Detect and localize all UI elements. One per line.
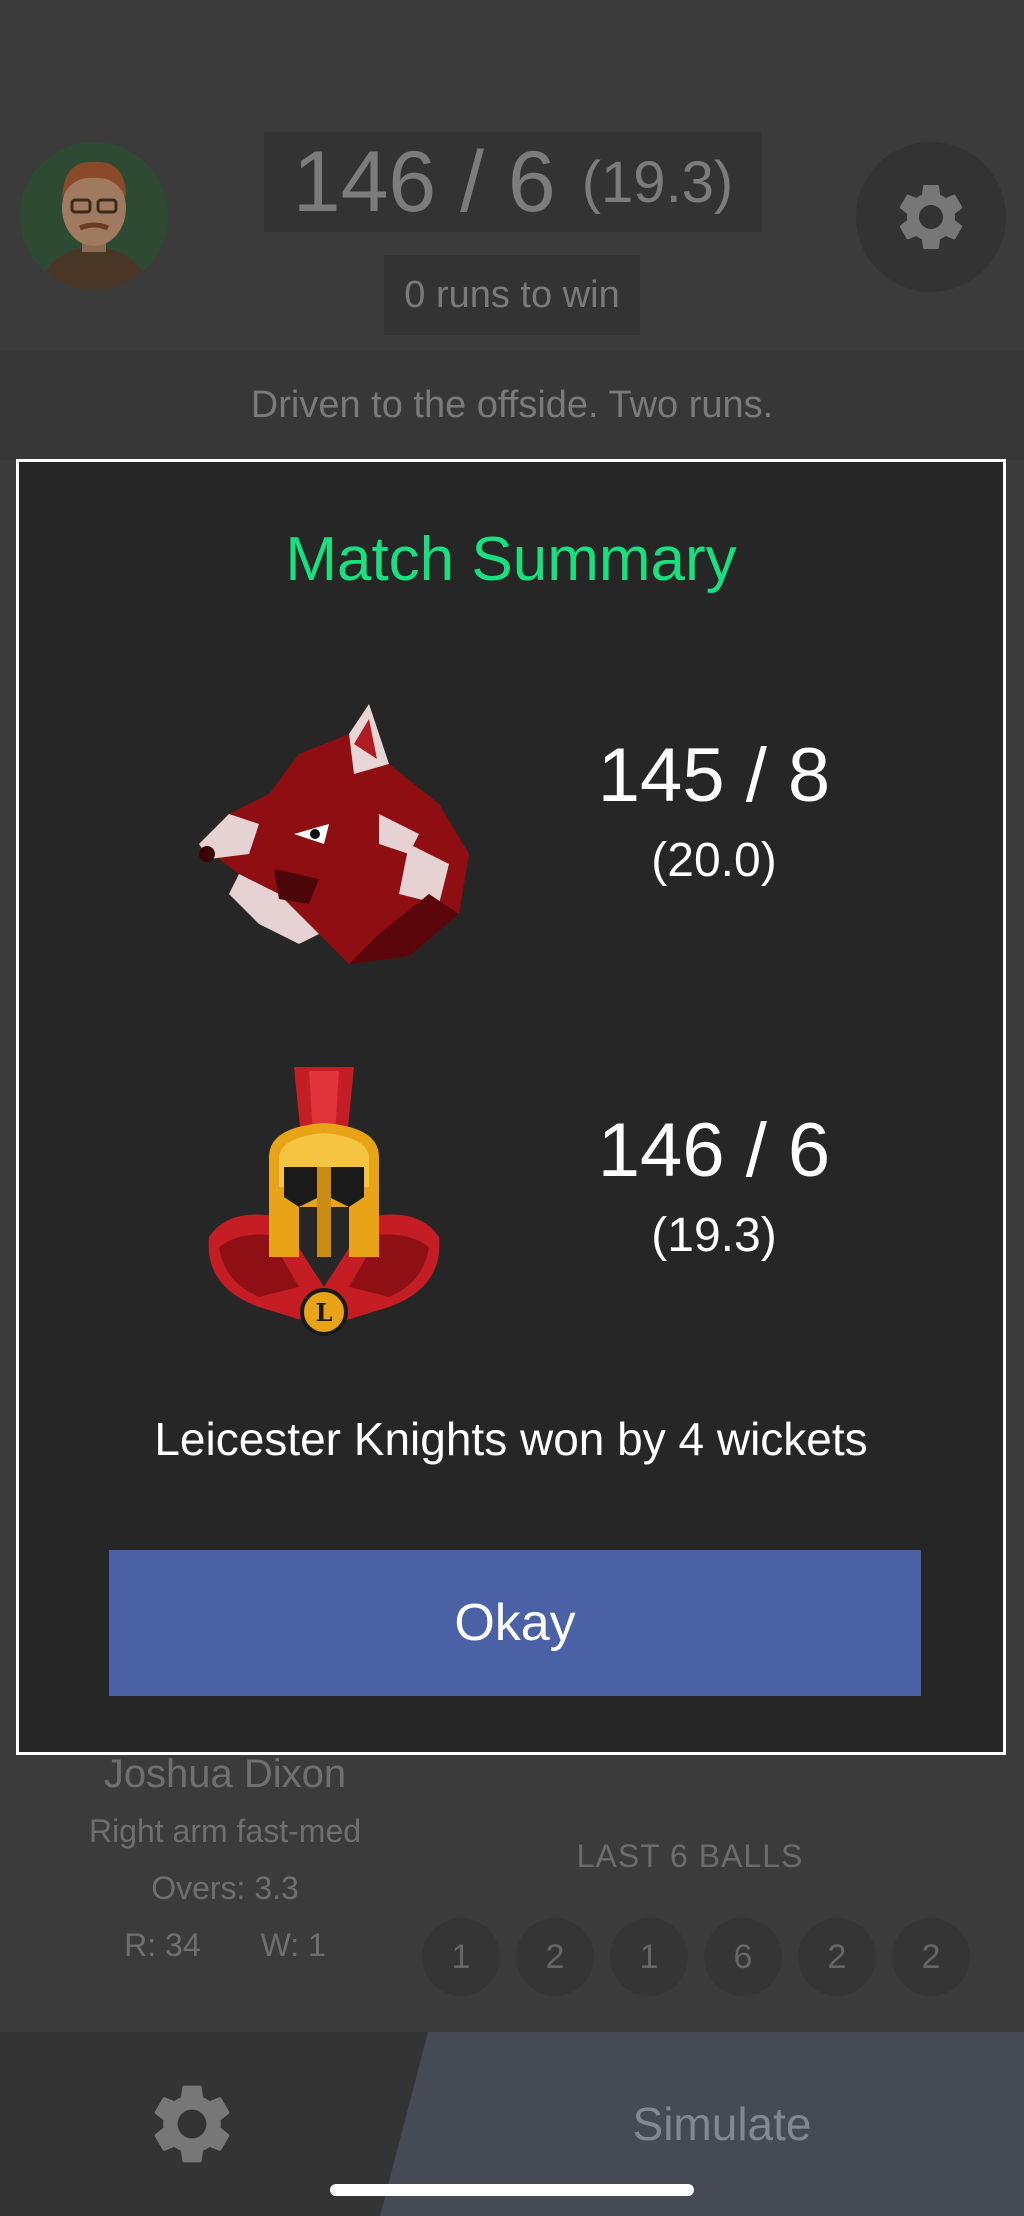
bowler-style: Right arm fast-med <box>88 1813 362 1849</box>
target-text: 0 runs to win <box>384 255 640 335</box>
ball-result: 1 <box>422 1918 500 1996</box>
wolf-logo-image <box>199 704 469 964</box>
bowler-panel: Joshua Dixon Right arm fast-med Overs: 3… <box>60 1752 390 1964</box>
dialog-title: Match Summary <box>285 525 737 594</box>
gear-icon <box>899 184 963 249</box>
bowler-overs-value: 3.3 <box>254 1870 299 1906</box>
bowler-overs-label: Overs: <box>151 1870 246 1906</box>
player-avatar[interactable] <box>20 142 168 290</box>
ball-result: 2 <box>798 1918 876 1996</box>
bowler-runs: R: 34 <box>124 1927 200 1964</box>
last-six-balls: 1 2 1 6 2 2 <box>422 1918 970 1996</box>
bowler-overs: Overs: 3.3 <box>60 1870 390 1907</box>
team1-score-block: 145 / 8 (20.0) <box>564 732 864 888</box>
last-six-balls-label: LAST 6 BALLS <box>576 1838 804 1874</box>
score-display: 146 / 6 (19.3) <box>264 132 762 232</box>
spartan-helmet-logo: L <box>189 1057 459 1362</box>
ball-result: 1 <box>610 1918 688 1996</box>
bowler-wickets-value: 1 <box>308 1927 326 1963</box>
wolf-logo <box>179 694 479 979</box>
team1-overs: (20.0) <box>651 834 777 887</box>
team2-score: 146 / 6 <box>597 1108 831 1193</box>
bowler-name: Joshua Dixon <box>103 1752 347 1796</box>
gear-icon <box>154 2085 230 2163</box>
home-indicator[interactable] <box>330 2184 694 2196</box>
bowler-runs-label: R: <box>124 1927 157 1963</box>
match-summary-dialog: Match Summary 145 / 8 (20.0) L 146 / 6 (… <box>16 459 1006 1755</box>
ball-result: 6 <box>704 1918 782 1996</box>
bowler-wickets-label: W: <box>260 1927 300 1963</box>
settings-button[interactable] <box>856 142 1006 292</box>
team2-overs: (19.3) <box>651 1209 777 1262</box>
team1-score: 145 / 8 <box>597 733 831 818</box>
ball-result: 2 <box>516 1918 594 1996</box>
simulate-label: Simulate <box>632 2098 812 2150</box>
okay-button[interactable]: Okay <box>109 1550 921 1696</box>
ball-result: 2 <box>892 1918 970 1996</box>
svg-text:L: L <box>316 1298 333 1327</box>
bottom-settings-button[interactable] <box>144 2076 240 2177</box>
bowler-runs-value: 34 <box>165 1927 201 1963</box>
match-result: Leicester Knights won by 4 wickets <box>154 1413 868 1465</box>
commentary-text: Driven to the offside. Two runs. <box>250 383 774 426</box>
current-overs: (19.3) <box>581 149 734 215</box>
avatar-image <box>20 142 168 290</box>
current-score: 146 / 6 <box>292 133 556 230</box>
bowler-figures: R: 34 W: 1 <box>60 1927 390 1964</box>
spartan-helmet-logo-image: L <box>208 1067 440 1336</box>
bowler-wickets: W: 1 <box>261 1927 326 1964</box>
team2-score-block: 146 / 6 (19.3) <box>564 1107 864 1263</box>
commentary-bar: Driven to the offside. Two runs. <box>0 350 1024 460</box>
